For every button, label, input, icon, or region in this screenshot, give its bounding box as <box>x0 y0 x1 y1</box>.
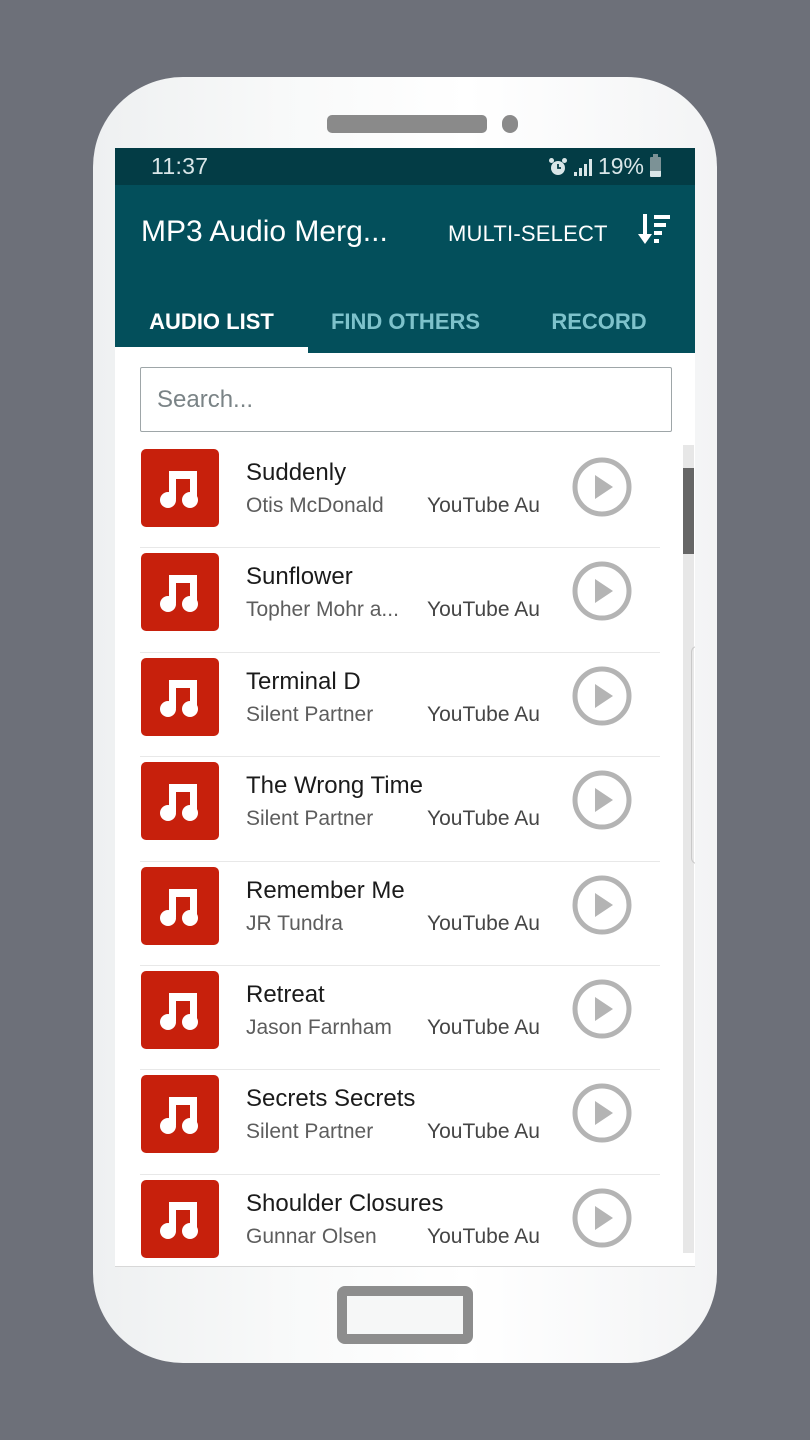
song-thumbnail <box>141 1075 219 1154</box>
phone-speaker <box>327 115 487 133</box>
music-note-icon <box>160 679 198 717</box>
battery-icon <box>650 153 661 177</box>
song-artist: JR Tundra <box>246 911 343 935</box>
play-circle-icon <box>572 666 632 726</box>
play-button[interactable] <box>571 874 633 936</box>
music-note-icon <box>160 575 198 613</box>
phone-camera <box>502 115 518 133</box>
music-note-icon <box>160 888 198 926</box>
song-thumbnail <box>141 657 219 736</box>
play-button[interactable] <box>571 769 633 831</box>
song-thumbnail <box>141 866 219 945</box>
song-source: YouTube Au <box>427 807 540 831</box>
signal-icon <box>573 158 592 176</box>
play-circle-icon <box>572 875 632 935</box>
song-title: Suddenly <box>246 459 347 486</box>
app-title: MP3 Audio Merg... <box>141 215 388 248</box>
song-source: YouTube Au <box>427 494 540 517</box>
scrollbar-thumb[interactable] <box>683 468 694 554</box>
list-item[interactable]: Secrets Secrets Silent Partner YouTube A… <box>115 1070 685 1175</box>
status-time: 11:37 <box>151 153 209 179</box>
app-bar: MP3 Audio Merg... MULTI-SELECT AUDIO LIS… <box>115 185 695 353</box>
edge-panel-handle[interactable] <box>691 646 695 864</box>
search-input[interactable] <box>140 367 672 432</box>
song-thumbnail <box>141 1179 219 1258</box>
status-bar: 11:37 19% <box>115 148 695 185</box>
song-title: The Wrong Time <box>246 772 423 800</box>
sort-descending-icon <box>638 214 670 244</box>
play-button[interactable] <box>571 665 633 727</box>
list-item[interactable]: The Wrong Time Silent Partner YouTube Au <box>115 757 685 862</box>
music-note-icon <box>160 471 198 508</box>
play-button[interactable] <box>571 560 633 622</box>
play-button[interactable] <box>571 456 633 518</box>
play-button[interactable] <box>571 978 633 1040</box>
song-title: Remember Me <box>246 876 405 904</box>
song-source: YouTube Au <box>427 598 540 622</box>
list-item[interactable]: Shoulder Closures Gunnar Olsen YouTube A… <box>115 1175 685 1266</box>
song-title: Sunflower <box>246 563 353 591</box>
play-button[interactable] <box>571 1187 633 1249</box>
song-title: Shoulder Closures <box>246 1189 444 1217</box>
song-thumbnail <box>141 449 219 527</box>
play-circle-icon <box>572 979 632 1039</box>
song-artist: Otis McDonald <box>246 494 384 517</box>
song-source: YouTube Au <box>427 1224 540 1248</box>
list-item[interactable]: Suddenly Otis McDonald YouTube Au <box>115 444 685 549</box>
play-button[interactable] <box>571 1082 633 1144</box>
app-screen: 11:37 19% MP3 Audio Merg... MULTI-SELECT <box>115 148 695 1267</box>
multi-select-button[interactable]: MULTI-SELECT <box>448 221 608 247</box>
music-note-icon <box>160 1201 198 1239</box>
list-item[interactable]: Remember Me JR Tundra YouTube Au <box>115 862 685 966</box>
song-thumbnail <box>141 553 219 632</box>
song-title: Retreat <box>246 980 325 1008</box>
music-note-icon <box>160 1097 198 1135</box>
play-circle-icon <box>572 561 632 621</box>
song-artist: Silent Partner <box>246 807 374 831</box>
song-thumbnail <box>141 970 219 1049</box>
song-artist: Jason Farnham <box>246 1015 392 1039</box>
play-circle-icon <box>572 457 632 517</box>
music-note-icon <box>160 784 198 822</box>
song-title: Secrets Secrets <box>246 1085 416 1113</box>
status-icons: 19% <box>548 153 661 180</box>
tab-record[interactable]: RECORD <box>503 290 695 353</box>
song-thumbnail <box>141 762 219 841</box>
audio-list: Suddenly Otis McDonald YouTube Au Sunflo… <box>115 444 685 1266</box>
play-circle-icon <box>572 770 632 830</box>
list-item[interactable]: Terminal D Silent Partner YouTube Au <box>115 653 685 758</box>
tab-audio-list[interactable]: AUDIO LIST <box>115 290 308 353</box>
song-artist: Gunnar Olsen <box>246 1224 377 1248</box>
song-source: YouTube Au <box>427 911 540 935</box>
sort-button[interactable] <box>637 210 677 250</box>
home-button[interactable] <box>337 1286 473 1344</box>
music-note-icon <box>160 992 198 1030</box>
list-item[interactable]: Retreat Jason Farnham YouTube Au <box>115 966 685 1071</box>
tab-find-others[interactable]: FIND OTHERS <box>308 290 503 353</box>
song-title: Terminal D <box>246 667 361 695</box>
alarm-icon <box>548 157 567 175</box>
tab-bar: AUDIO LIST FIND OTHERS RECORD <box>115 290 695 353</box>
song-source: YouTube Au <box>427 1120 540 1144</box>
battery-percent: 19% <box>597 153 644 179</box>
song-source: YouTube Au <box>427 1015 540 1039</box>
play-circle-icon <box>572 1083 632 1143</box>
song-artist: Silent Partner <box>246 1120 374 1144</box>
song-source: YouTube Au <box>427 702 540 726</box>
song-artist: Silent Partner <box>246 702 374 726</box>
song-artist: Topher Mohr a... <box>246 598 399 622</box>
play-circle-icon <box>572 1188 632 1248</box>
list-item[interactable]: Sunflower Topher Mohr a... YouTube Au <box>115 548 685 653</box>
